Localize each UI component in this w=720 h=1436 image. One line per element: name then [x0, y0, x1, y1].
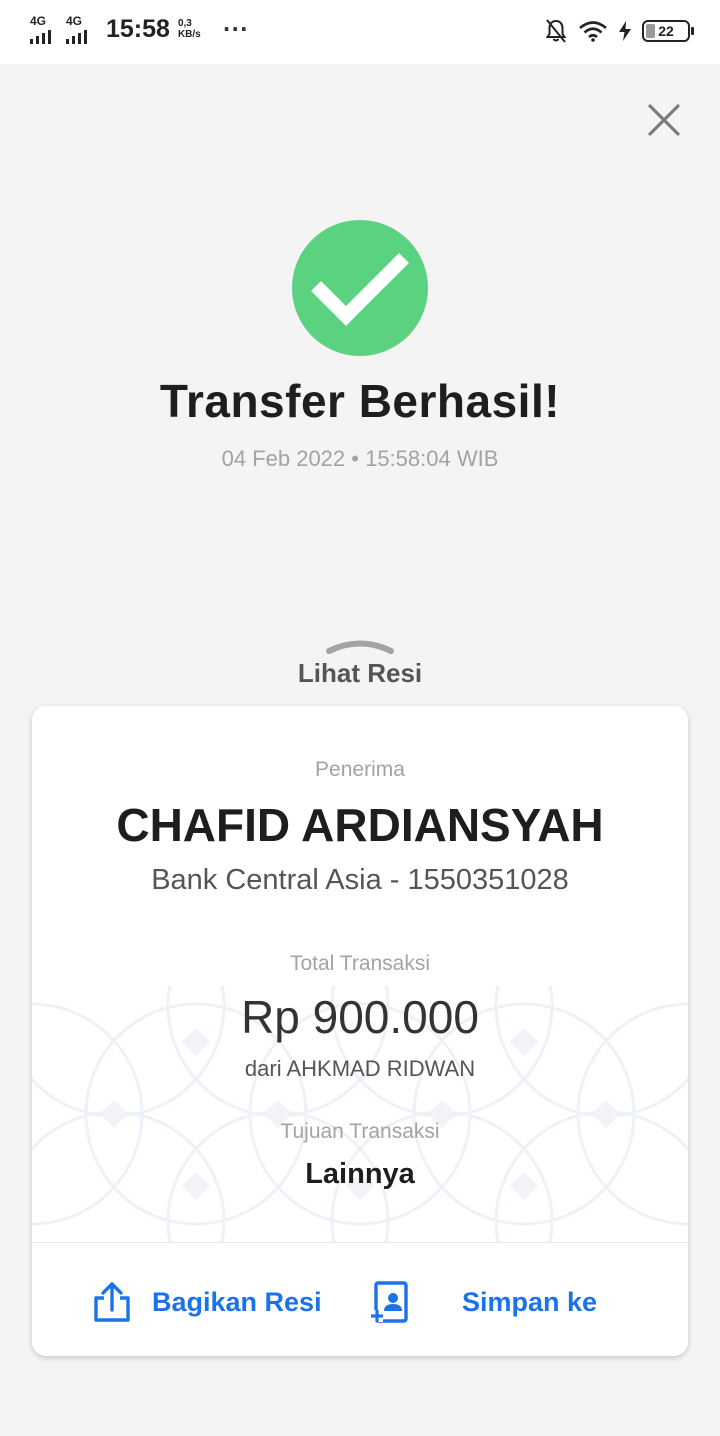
share-icon	[94, 1282, 130, 1322]
receipt-card: Penerima CHAFID ARDIANSYAH Bank Central …	[32, 706, 688, 1356]
transaction-amount: Rp 900.000	[241, 991, 479, 1043]
battery-icon: 22	[642, 20, 694, 42]
success-checkmark-icon	[292, 220, 428, 356]
close-icon	[648, 104, 680, 136]
share-receipt-label: Bagikan Resi	[152, 1286, 322, 1317]
contact-book-icon	[371, 1281, 408, 1323]
close-button[interactable]	[640, 96, 688, 144]
charging-icon	[619, 21, 631, 41]
chevron-up-icon	[326, 640, 394, 654]
recipient-label: Penerima	[315, 758, 405, 781]
transaction-datetime: 04 Feb 2022 • 15:58:04 WIB	[221, 446, 499, 471]
status-bar-right: 22	[544, 18, 694, 44]
battery-level: 22	[658, 23, 674, 39]
wifi-icon	[579, 21, 607, 42]
save-to-label: Simpan ke	[462, 1286, 598, 1317]
more-notifications-icon: ···	[222, 17, 249, 41]
share-receipt-button[interactable]: Bagikan Resi	[92, 1278, 322, 1326]
recipient-name: CHAFID ARDIANSYAH	[116, 799, 604, 851]
page-title: Transfer Berhasil!	[159, 375, 561, 427]
bell-off-icon	[545, 19, 567, 43]
transaction-purpose: Lainnya	[305, 1158, 415, 1190]
total-label: Total Transaksi	[289, 952, 431, 975]
status-time: 15:58	[106, 14, 170, 43]
save-to-button[interactable]: Simpan ke	[370, 1278, 597, 1326]
divider	[32, 1242, 688, 1243]
sender-name: dari AHKMAD RIDWAN	[244, 1056, 476, 1081]
signal-strength-icon: 4G	[66, 14, 96, 44]
view-receipt-label: Lihat Resi	[297, 658, 423, 688]
recipient-bank-account: Bank Central Asia - 1550351028	[151, 864, 569, 896]
signal-strength-icon: 4G	[30, 14, 60, 44]
status-bar-left: 4G 4G 15:58 0,3 KB/s ···	[30, 14, 249, 44]
view-receipt-toggle[interactable]: Lihat Resi	[260, 632, 460, 692]
network-type-label: 4G	[66, 14, 83, 28]
network-speed-unit: KB/s	[177, 29, 201, 40]
network-speed: 0,3 KB/s	[178, 18, 201, 40]
status-bar: 4G 4G 15:58 0,3 KB/s ··· 22	[0, 0, 720, 64]
network-type-label: 4G	[30, 14, 47, 28]
purpose-label: Tujuan Transaksi	[280, 1120, 440, 1143]
network-speed-value: 0,3	[177, 18, 192, 29]
